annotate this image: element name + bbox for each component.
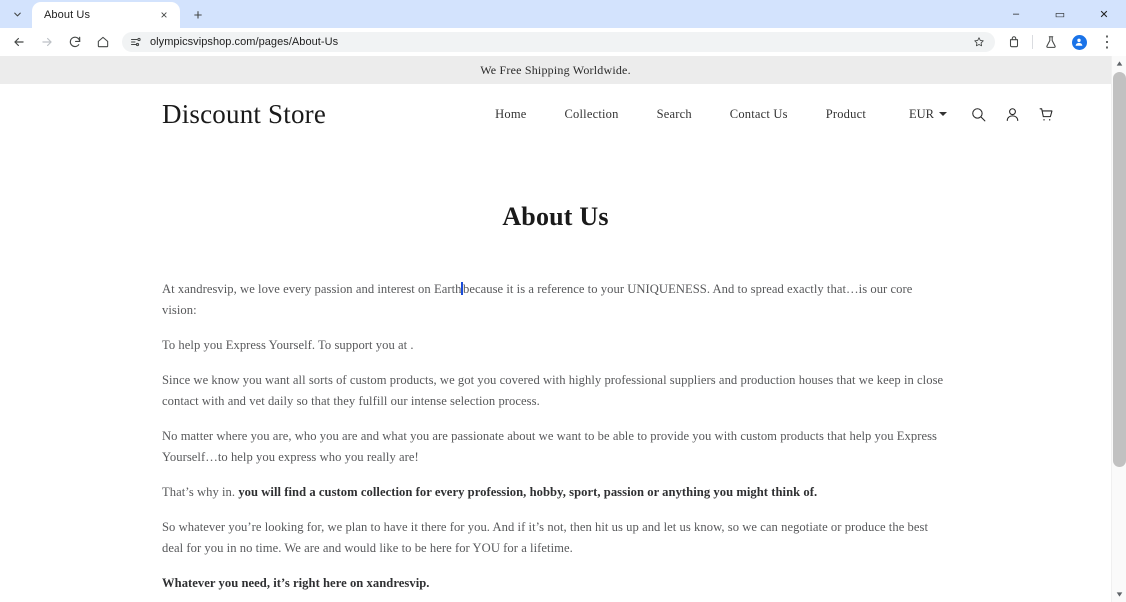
- paragraph-4: No matter where you are, who you are and…: [162, 429, 938, 464]
- search-icon[interactable]: [961, 97, 995, 131]
- paragraph-1-before-caret: At xandresvip, we love every passion and…: [162, 282, 462, 296]
- site-header: Discount Store Home Collection Search Co…: [0, 84, 1111, 144]
- address-bar[interactable]: olympicsvipshop.com/pages/About-Us: [122, 32, 995, 52]
- currency-selector[interactable]: EUR: [885, 107, 961, 122]
- tab-title: About Us: [44, 9, 91, 21]
- web-page: We Free Shipping Worldwide. Discount Sto…: [0, 56, 1111, 602]
- nav-item-contact-us[interactable]: Contact Us: [711, 107, 807, 122]
- window-maximize-icon[interactable]: ▭: [1038, 0, 1082, 28]
- extensions-icon[interactable]: [1001, 29, 1027, 55]
- paragraph-2: To help you Express Yourself. To support…: [162, 338, 414, 352]
- tab-search-icon[interactable]: [4, 1, 30, 27]
- paragraph-3: Since we know you want all sorts of cust…: [162, 373, 944, 408]
- site-logo[interactable]: Discount Store: [162, 99, 326, 130]
- main-navigation: Home Collection Search Contact Us Produc…: [476, 97, 1063, 131]
- paragraph-5: That’s why in. you will find a custom co…: [162, 482, 949, 503]
- paragraph-7-bold: Whatever you need, it’s right here on xa…: [162, 576, 430, 590]
- page-main: About Us At xandresvip, we love every pa…: [0, 202, 1111, 594]
- browser-toolbar: olympicsvipshop.com/pages/About-Us ⋮: [0, 28, 1126, 56]
- labs-flask-icon[interactable]: [1038, 29, 1064, 55]
- nav-item-search[interactable]: Search: [638, 107, 711, 122]
- nav-item-home[interactable]: Home: [476, 107, 545, 122]
- window-minimize-icon[interactable]: –: [994, 0, 1038, 28]
- browser-menu-icon[interactable]: ⋮: [1094, 29, 1120, 55]
- account-icon[interactable]: [995, 97, 1029, 131]
- new-tab-icon[interactable]: +: [186, 3, 210, 27]
- page-title: About Us: [502, 202, 609, 231]
- paragraph-5-bold: you will find a custom collection for ev…: [238, 485, 818, 499]
- bookmark-star-icon[interactable]: [971, 34, 987, 50]
- scroll-down-arrow-icon[interactable]: [1112, 587, 1126, 602]
- currency-value: EUR: [909, 106, 934, 121]
- reload-icon[interactable]: [62, 29, 88, 55]
- forward-icon[interactable]: [34, 29, 60, 55]
- page-scrollbar[interactable]: [1111, 56, 1126, 602]
- tab-strip: About Us × + – ▭ ✕: [0, 0, 1126, 28]
- nav-item-product[interactable]: Product: [807, 107, 885, 122]
- paragraph-7: Whatever you need, it’s right here on xa…: [162, 573, 949, 594]
- home-icon[interactable]: [90, 29, 116, 55]
- scroll-up-arrow-icon[interactable]: [1112, 56, 1126, 71]
- browser-window: About Us × + – ▭ ✕ olympicsvipshop.com/p…: [0, 0, 1126, 602]
- chevron-down-icon: [939, 112, 947, 116]
- tab-about-us[interactable]: About Us ×: [32, 2, 180, 28]
- paragraph-5-normal: That’s why in.: [162, 485, 239, 499]
- nav-item-collection[interactable]: Collection: [546, 107, 638, 122]
- site-settings-icon[interactable]: [128, 34, 144, 50]
- paragraph-6: So whatever you’re looking for, we plan …: [162, 520, 929, 555]
- rich-text-content[interactable]: At xandresvip, we love every passion and…: [162, 279, 949, 594]
- toolbar-divider: [1032, 35, 1033, 49]
- paragraph-1: At xandresvip, we love every passion and…: [162, 279, 949, 321]
- url-text[interactable]: olympicsvipshop.com/pages/About-Us: [150, 36, 971, 48]
- page-viewport: We Free Shipping Worldwide. Discount Sto…: [0, 56, 1126, 602]
- window-close-icon[interactable]: ✕: [1082, 0, 1126, 28]
- profile-avatar-icon[interactable]: [1066, 29, 1092, 55]
- scrollbar-thumb[interactable]: [1113, 72, 1126, 467]
- avatar: [1071, 34, 1087, 50]
- cart-icon[interactable]: [1029, 97, 1063, 131]
- tab-close-icon[interactable]: ×: [156, 7, 172, 23]
- window-controls: – ▭ ✕: [994, 0, 1126, 28]
- announcement-bar: We Free Shipping Worldwide.: [0, 56, 1111, 84]
- back-icon[interactable]: [6, 29, 32, 55]
